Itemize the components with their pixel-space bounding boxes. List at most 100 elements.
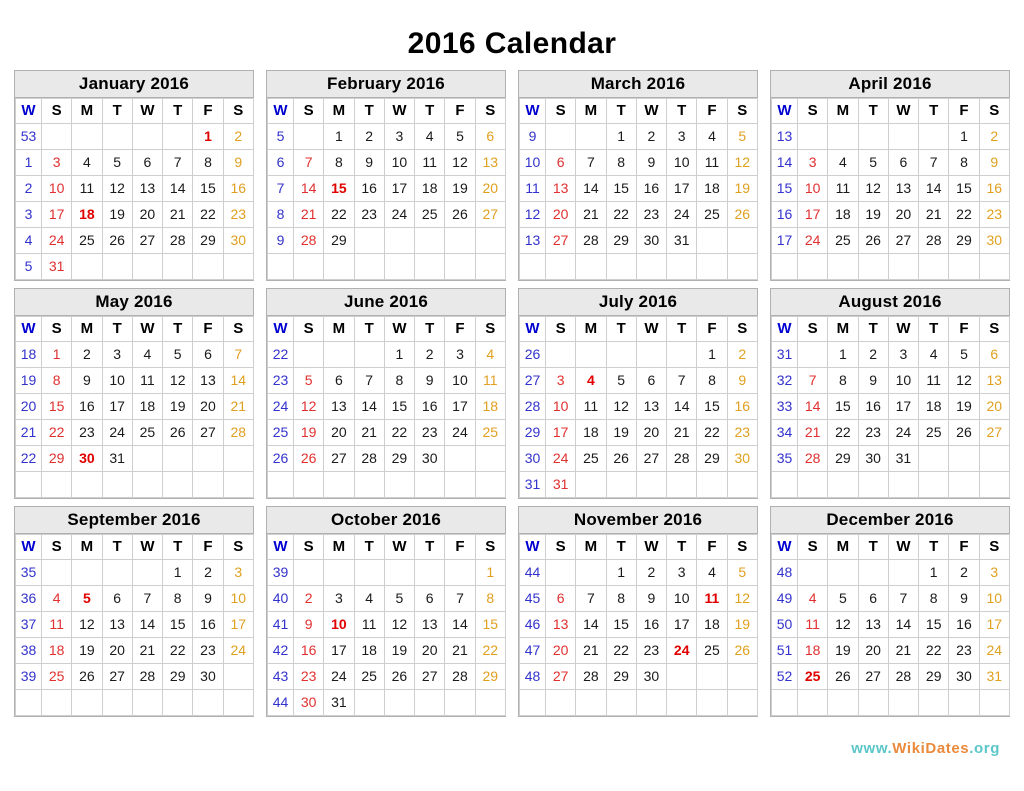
day-cell[interactable]: 3 [796, 149, 829, 176]
day-cell[interactable]: 26 [101, 227, 133, 254]
day-cell[interactable]: 13 [192, 367, 224, 394]
day-cell[interactable]: 28 [444, 663, 476, 690]
day-cell[interactable]: 14 [666, 393, 698, 420]
day-cell[interactable]: 3 [666, 123, 698, 150]
day-cell[interactable]: 25 [796, 663, 829, 690]
day-cell[interactable]: 18 [575, 419, 607, 446]
day-cell[interactable]: 6 [192, 341, 224, 368]
day-cell[interactable]: 22 [323, 201, 355, 228]
day-cell[interactable]: 12 [101, 175, 133, 202]
day-cell[interactable]: 1 [605, 559, 637, 586]
day-cell[interactable]: 18 [827, 201, 859, 228]
day-cell[interactable]: 8 [192, 149, 224, 176]
day-cell[interactable]: 20 [474, 175, 506, 202]
day-cell[interactable]: 31 [666, 227, 698, 254]
day-cell[interactable]: 13 [857, 611, 889, 638]
day-cell[interactable]: 27 [323, 445, 355, 472]
day-cell[interactable]: 17 [666, 611, 698, 638]
day-cell[interactable]: 13 [131, 175, 164, 202]
day-cell[interactable]: 4 [696, 123, 728, 150]
day-cell[interactable]: 21 [131, 637, 164, 664]
day-cell[interactable]: 27 [544, 227, 577, 254]
day-cell[interactable]: 8 [948, 149, 980, 176]
day-cell[interactable]: 27 [857, 663, 889, 690]
day-cell[interactable]: 22 [918, 637, 950, 664]
day-cell[interactable]: 10 [222, 585, 254, 612]
day-cell[interactable]: 22 [605, 637, 637, 664]
day-cell[interactable]: 27 [544, 663, 577, 690]
day-cell[interactable]: 30 [222, 227, 254, 254]
day-cell[interactable]: 21 [353, 419, 385, 446]
day-cell[interactable]: 23 [192, 637, 224, 664]
day-cell[interactable]: 6 [474, 123, 506, 150]
day-cell[interactable]: 23 [978, 201, 1010, 228]
day-cell[interactable]: 26 [726, 201, 758, 228]
day-cell[interactable]: 4 [40, 585, 73, 612]
day-cell[interactable]: 29 [918, 663, 950, 690]
day-cell[interactable]: 2 [978, 123, 1010, 150]
day-cell[interactable]: 30 [857, 445, 889, 472]
day-cell[interactable]: 24 [544, 445, 577, 472]
day-cell[interactable]: 18 [918, 393, 950, 420]
day-cell[interactable]: 1 [918, 559, 950, 586]
day-cell[interactable]: 13 [544, 611, 577, 638]
day-cell[interactable]: 15 [827, 393, 859, 420]
day-cell[interactable]: 5 [444, 123, 476, 150]
day-cell[interactable]: 8 [605, 149, 637, 176]
day-cell[interactable]: 17 [222, 611, 254, 638]
day-cell[interactable]: 13 [635, 393, 668, 420]
day-cell[interactable]: 10 [444, 367, 476, 394]
day-cell[interactable]: 18 [40, 637, 73, 664]
day-cell[interactable]: 2 [414, 341, 446, 368]
month-block[interactable]: November 2016 W S M T W T F S 44 1 2 3 4 5 45 6 7 8 9 10 11 12… [518, 506, 758, 717]
day-cell[interactable]: 24 [101, 419, 133, 446]
month-block[interactable]: June 2016 W S M T W T F S 22 1 2 3 4 23 5 6 7 8 9 10 11 24 12 13… [266, 288, 506, 499]
day-cell[interactable]: 8 [474, 585, 506, 612]
day-cell[interactable]: 26 [948, 419, 980, 446]
day-cell[interactable]: 3 [444, 341, 476, 368]
day-cell[interactable]: 31 [978, 663, 1010, 690]
day-cell[interactable]: 25 [827, 227, 859, 254]
day-cell[interactable]: 19 [71, 637, 103, 664]
day-cell[interactable]: 15 [192, 175, 224, 202]
day-cell[interactable]: 1 [605, 123, 637, 150]
day-cell[interactable]: 27 [192, 419, 224, 446]
day-cell[interactable]: 13 [978, 367, 1010, 394]
day-cell[interactable]: 24 [666, 201, 698, 228]
month-block[interactable]: August 2016 W S M T W T F S 31 1 2 3 4 5 6 32 7 8 9 10 11 12 13… [770, 288, 1010, 499]
day-cell[interactable]: 14 [444, 611, 476, 638]
month-block[interactable]: October 2016 W S M T W T F S 39 1 40 2 3 4 5 6 7 8 41 9 10 11 1… [266, 506, 506, 717]
day-cell[interactable]: 25 [414, 201, 446, 228]
day-cell[interactable]: 23 [635, 637, 668, 664]
day-cell[interactable]: 4 [474, 341, 506, 368]
day-cell[interactable]: 22 [192, 201, 224, 228]
day-cell[interactable]: 27 [474, 201, 506, 228]
day-cell[interactable]: 27 [887, 227, 920, 254]
day-cell[interactable]: 9 [192, 585, 224, 612]
month-block[interactable]: March 2016 W S M T W T F S 9 1 2 3 4 5 10 6 7 8 9 10 11 12 11 13… [518, 70, 758, 281]
day-cell[interactable]: 7 [353, 367, 385, 394]
day-cell[interactable]: 16 [192, 611, 224, 638]
day-cell[interactable]: 28 [292, 227, 325, 254]
day-cell[interactable]: 6 [101, 585, 133, 612]
day-cell[interactable]: 7 [575, 585, 607, 612]
day-cell[interactable]: 23 [726, 419, 758, 446]
day-cell[interactable]: 16 [635, 611, 668, 638]
day-cell[interactable]: 26 [827, 663, 859, 690]
day-cell[interactable]: 18 [474, 393, 506, 420]
month-block[interactable]: May 2016 W S M T W T F S 18 1 2 3 4 5 6 7 19 8 9 10 11 12 13 14 2… [14, 288, 254, 499]
day-cell[interactable]: 15 [696, 393, 728, 420]
day-cell[interactable]: 1 [383, 341, 416, 368]
day-cell[interactable]: 5 [726, 559, 758, 586]
day-cell[interactable]: 28 [666, 445, 698, 472]
day-cell[interactable]: 1 [40, 341, 73, 368]
day-cell[interactable]: 10 [544, 393, 577, 420]
day-cell[interactable]: 7 [162, 149, 194, 176]
day-cell[interactable]: 21 [575, 637, 607, 664]
day-cell[interactable]: 9 [948, 585, 980, 612]
day-cell[interactable]: 4 [827, 149, 859, 176]
day-cell[interactable]: 11 [918, 367, 950, 394]
day-cell[interactable]: 11 [353, 611, 385, 638]
day-cell[interactable]: 20 [887, 201, 920, 228]
day-cell[interactable]: 15 [948, 175, 980, 202]
